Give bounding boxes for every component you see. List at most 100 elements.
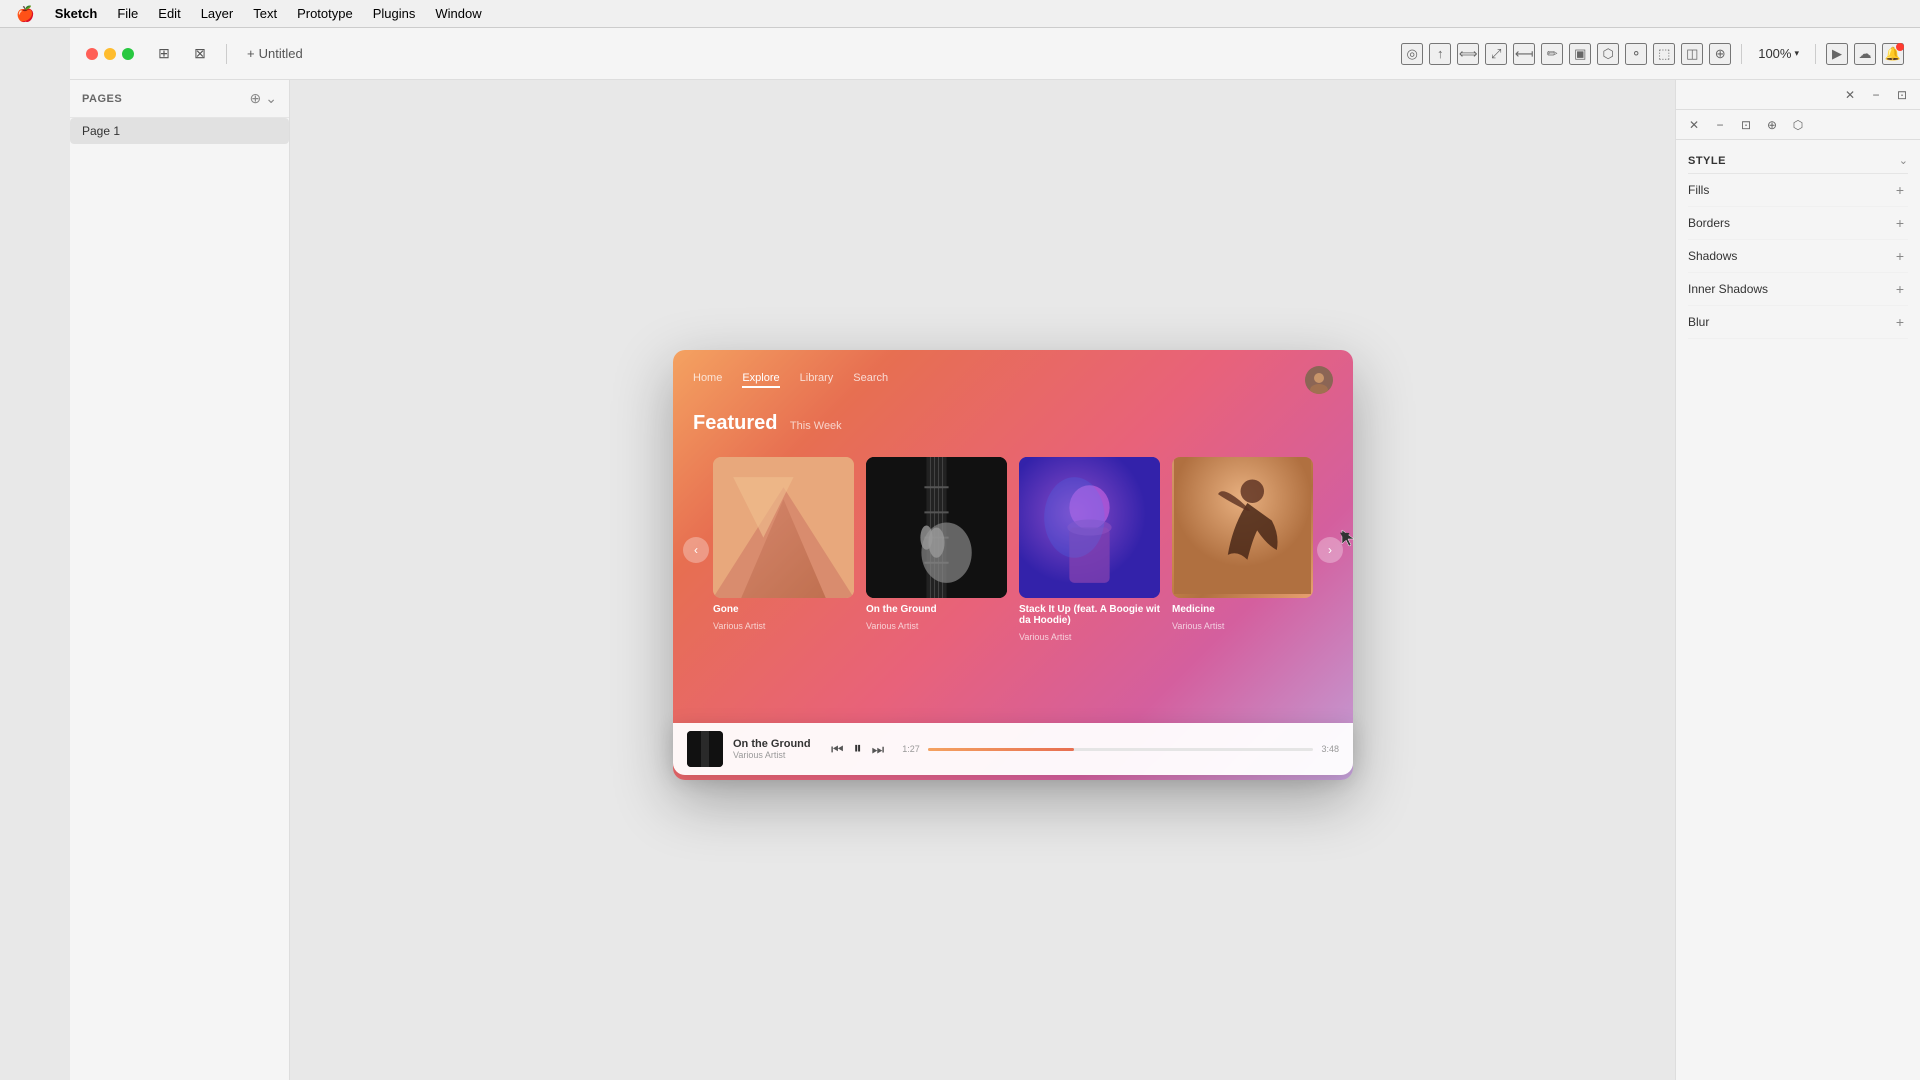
grid-button[interactable]: ⊠ xyxy=(186,40,214,68)
frame-button[interactable]: ▣ xyxy=(1569,43,1591,65)
zoom-chevron: ▾ xyxy=(1794,48,1799,59)
music-nav-links: Home Explore Library Search xyxy=(693,372,888,388)
align-button[interactable]: ⟺ xyxy=(1457,43,1479,65)
component-button[interactable]: ⬡ xyxy=(1597,43,1619,65)
nav-home[interactable]: Home xyxy=(693,372,722,388)
pen-button[interactable]: ✏ xyxy=(1541,43,1563,65)
progress-fill xyxy=(928,748,1075,751)
card-gone[interactable]: Gone Various Artist xyxy=(713,457,854,631)
player-bar: On the Ground Various Artist ⏮ ⏸ ⏭ 1:27 … xyxy=(673,723,1353,775)
menu-layer[interactable]: Layer xyxy=(201,6,234,21)
next-arrow[interactable]: › xyxy=(1317,537,1343,563)
card-ground-title: On the Ground xyxy=(866,604,1007,615)
card-ground[interactable]: On the Ground Various Artist xyxy=(866,457,1007,631)
borders-row[interactable]: Borders + xyxy=(1688,207,1908,240)
mask-button[interactable]: ◫ xyxy=(1681,43,1703,65)
toolbar-right: ◎ ↑ ⟺ ⤢ ⟻ ✏ ▣ ⬡ ⚬ ⬚ ◫ ⊕ 100% ▾ ▶ ☁ 🔔 xyxy=(1401,43,1904,65)
zoom-control[interactable]: 100% ▾ xyxy=(1752,44,1805,63)
panel-align-l-icon[interactable]: ⊡ xyxy=(1736,115,1756,135)
player-progress[interactable]: 1:27 3:48 xyxy=(902,744,1339,754)
upload-button[interactable]: ↑ xyxy=(1429,43,1451,65)
fills-add-icon[interactable]: + xyxy=(1892,182,1908,198)
inner-shadows-row[interactable]: Inner Shadows + xyxy=(1688,273,1908,306)
play-button[interactable]: ▶ xyxy=(1826,43,1848,65)
user-avatar[interactable] xyxy=(1305,366,1333,394)
player-controls: ⏮ ⏸ ⏭ xyxy=(831,740,884,758)
notification-button[interactable]: 🔔 xyxy=(1882,43,1904,65)
menu-bar: 🍎 Sketch File Edit Layer Text Prototype … xyxy=(0,0,1920,28)
fills-row[interactable]: Fills + xyxy=(1688,174,1908,207)
card-medicine[interactable]: Medicine Various Artist xyxy=(1172,457,1313,631)
resize-button[interactable]: ⤢ xyxy=(1485,43,1507,65)
prev-track-button[interactable]: ⏮ xyxy=(831,741,844,758)
panel-fwd-icon[interactable]: − xyxy=(1710,115,1730,135)
card-stack[interactable]: Stack It Up (feat. A Boogie wit da Hoodi… xyxy=(1019,457,1160,642)
shadows-row[interactable]: Shadows + xyxy=(1688,240,1908,273)
featured-section: Featured This Week xyxy=(673,402,1353,445)
featured-subtitle: This Week xyxy=(790,420,842,432)
page-1-item[interactable]: Page 1 xyxy=(70,118,289,144)
new-artboard-label: Untitled xyxy=(259,46,303,61)
toolbar-sep3 xyxy=(1815,44,1816,64)
player-track-name: On the Ground xyxy=(733,738,813,750)
canvas-area[interactable]: Home Explore Library Search Featured xyxy=(290,80,1675,1080)
menu-edit[interactable]: Edit xyxy=(158,6,180,21)
share-button[interactable]: ⊕ xyxy=(1709,43,1731,65)
panel-icons-row: ✕ − ⊡ ⊕ ⬡ xyxy=(1676,110,1920,140)
panel-link-icon[interactable]: ⬡ xyxy=(1788,115,1808,135)
group-button[interactable]: ⬚ xyxy=(1653,43,1675,65)
nav-explore[interactable]: Explore xyxy=(742,372,779,388)
card-medicine-title: Medicine xyxy=(1172,604,1313,615)
fills-label: Fills xyxy=(1688,183,1709,197)
style-section: STYLE ⌄ Fills + Borders + Shadows + Inne… xyxy=(1676,140,1920,347)
panel-align-r-icon[interactable]: ⊕ xyxy=(1762,115,1782,135)
minimize-button[interactable] xyxy=(104,48,116,60)
borders-add-icon[interactable]: + xyxy=(1892,215,1908,231)
focus-button[interactable]: ◎ xyxy=(1401,43,1423,65)
style-header[interactable]: STYLE ⌄ xyxy=(1688,148,1908,174)
blur-add-icon[interactable]: + xyxy=(1892,314,1908,330)
cloud-button[interactable]: ☁ xyxy=(1854,43,1876,65)
borders-label: Borders xyxy=(1688,216,1730,230)
panel-minus-icon[interactable]: − xyxy=(1866,85,1886,105)
card-gone-image xyxy=(713,457,854,598)
progress-track[interactable] xyxy=(928,748,1314,751)
style-chevron-icon[interactable]: ⌄ xyxy=(1899,154,1908,167)
pause-button[interactable]: ⏸ xyxy=(854,740,862,758)
new-artboard-button[interactable]: + Untitled xyxy=(239,42,311,65)
panel-back-icon[interactable]: ✕ xyxy=(1684,115,1704,135)
inner-shadows-label: Inner Shadows xyxy=(1688,282,1768,296)
panel-top-row: ✕ − ⊡ xyxy=(1676,80,1920,110)
pages-label: Pages xyxy=(82,93,122,105)
menu-plugins[interactable]: Plugins xyxy=(373,6,416,21)
nav-search[interactable]: Search xyxy=(853,372,888,388)
inner-shadows-add-icon[interactable]: + xyxy=(1892,281,1908,297)
nav-library[interactable]: Library xyxy=(800,372,834,388)
next-track-button[interactable]: ⏭ xyxy=(872,741,885,758)
close-button[interactable] xyxy=(86,48,98,60)
menu-file[interactable]: File xyxy=(117,6,138,21)
main-layout: Pages ⊕ ⌄ Page 1 Home Explore Library Se xyxy=(70,80,1920,1080)
prev-arrow[interactable]: ‹ xyxy=(683,537,709,563)
player-thumbnail xyxy=(687,731,723,767)
apple-menu[interactable]: 🍎 xyxy=(16,5,35,23)
menu-sketch[interactable]: Sketch xyxy=(55,6,98,21)
add-page-icon[interactable]: ⊕ xyxy=(250,90,262,107)
card-medicine-artist: Various Artist xyxy=(1172,621,1313,631)
blur-row[interactable]: Blur + xyxy=(1688,306,1908,339)
menu-prototype[interactable]: Prototype xyxy=(297,6,353,21)
menu-window[interactable]: Window xyxy=(435,6,481,21)
panel-expand-icon[interactable]: ⊡ xyxy=(1892,85,1912,105)
link-button[interactable]: ⚬ xyxy=(1625,43,1647,65)
pages-chevron-icon[interactable]: ⌄ xyxy=(265,90,277,107)
player-artist-name: Various Artist xyxy=(733,750,813,760)
transform-button[interactable]: ⟻ xyxy=(1513,43,1535,65)
card-stack-title: Stack It Up (feat. A Boogie wit da Hoodi… xyxy=(1019,604,1160,626)
shadows-add-icon[interactable]: + xyxy=(1892,248,1908,264)
panel-toggle-button[interactable]: ⊞ xyxy=(150,40,178,68)
pages-header: Pages ⊕ ⌄ xyxy=(70,80,289,118)
toolbar: ⊞ ⊠ + Untitled ◎ ↑ ⟺ ⤢ ⟻ ✏ ▣ ⬡ ⚬ ⬚ ◫ ⊕ 1… xyxy=(70,28,1920,80)
maximize-button[interactable] xyxy=(122,48,134,60)
panel-close-icon[interactable]: ✕ xyxy=(1840,85,1860,105)
menu-text[interactable]: Text xyxy=(253,6,277,21)
